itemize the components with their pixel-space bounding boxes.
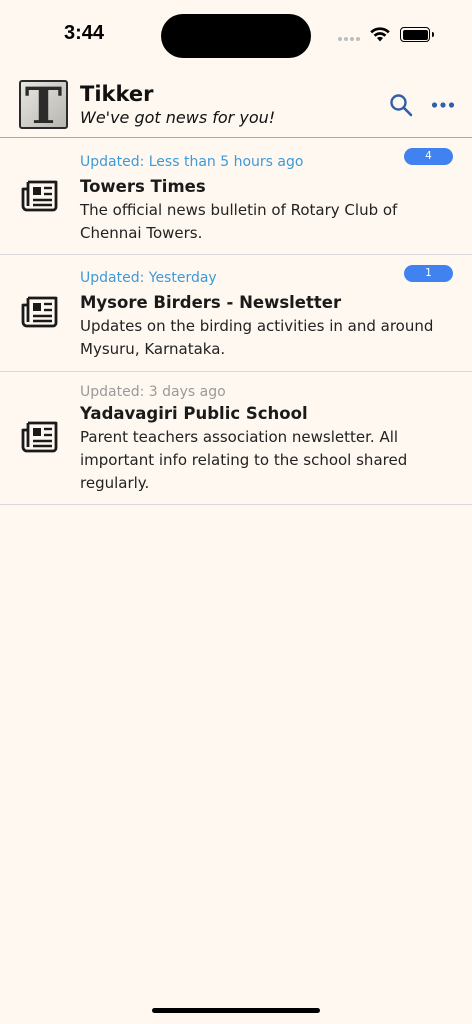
feed-description: Updates on the birding activities in and…	[80, 317, 434, 358]
newspaper-icon	[21, 296, 58, 328]
unread-badge: 1	[404, 265, 453, 282]
app-title: Tikker	[80, 82, 154, 106]
search-button[interactable]	[388, 92, 414, 118]
updated-label: Updated: Less than 5 hours ago	[80, 154, 304, 170]
search-icon	[390, 94, 413, 117]
newspaper-icon	[21, 421, 58, 453]
feed-title: Towers Times	[80, 177, 206, 196]
app-logo: T	[19, 80, 68, 129]
newspaper-icon	[21, 180, 58, 212]
cellular-signal-icon	[338, 37, 360, 41]
feed-item-mysore-birders[interactable]: Updated: Yesterday 1 Mysore Birders - Ne…	[0, 255, 472, 372]
updated-label: Updated: 3 days ago	[80, 384, 226, 400]
app-header: T Tikker We've got news for you!	[0, 70, 472, 138]
unread-badge: 4	[404, 148, 453, 165]
dynamic-island	[161, 14, 311, 58]
feed-item-yadavagiri-school[interactable]: Updated: 3 days ago Yadavagiri Public Sc…	[0, 372, 472, 505]
feed-description: Parent teachers association newsletter. …	[80, 428, 408, 492]
updated-label: Updated: Yesterday	[80, 270, 217, 286]
status-bar: 3:44	[0, 0, 472, 70]
feed-title: Mysore Birders - Newsletter	[80, 293, 342, 312]
more-icon	[431, 102, 455, 108]
status-time: 3:44	[64, 22, 105, 44]
feed-list: Updated: Less than 5 hours ago 4 Towers …	[0, 138, 472, 505]
feed-item-towers-times[interactable]: Updated: Less than 5 hours ago 4 Towers …	[0, 138, 472, 255]
feed-title: Yadavagiri Public School	[80, 404, 308, 423]
battery-icon	[400, 27, 434, 42]
feed-description: The official news bulletin of Rotary Clu…	[80, 201, 398, 242]
home-indicator[interactable]	[152, 1008, 320, 1013]
app-tagline: We've got news for you!	[80, 108, 276, 127]
more-options-button[interactable]	[430, 92, 456, 118]
wifi-icon	[370, 27, 390, 42]
